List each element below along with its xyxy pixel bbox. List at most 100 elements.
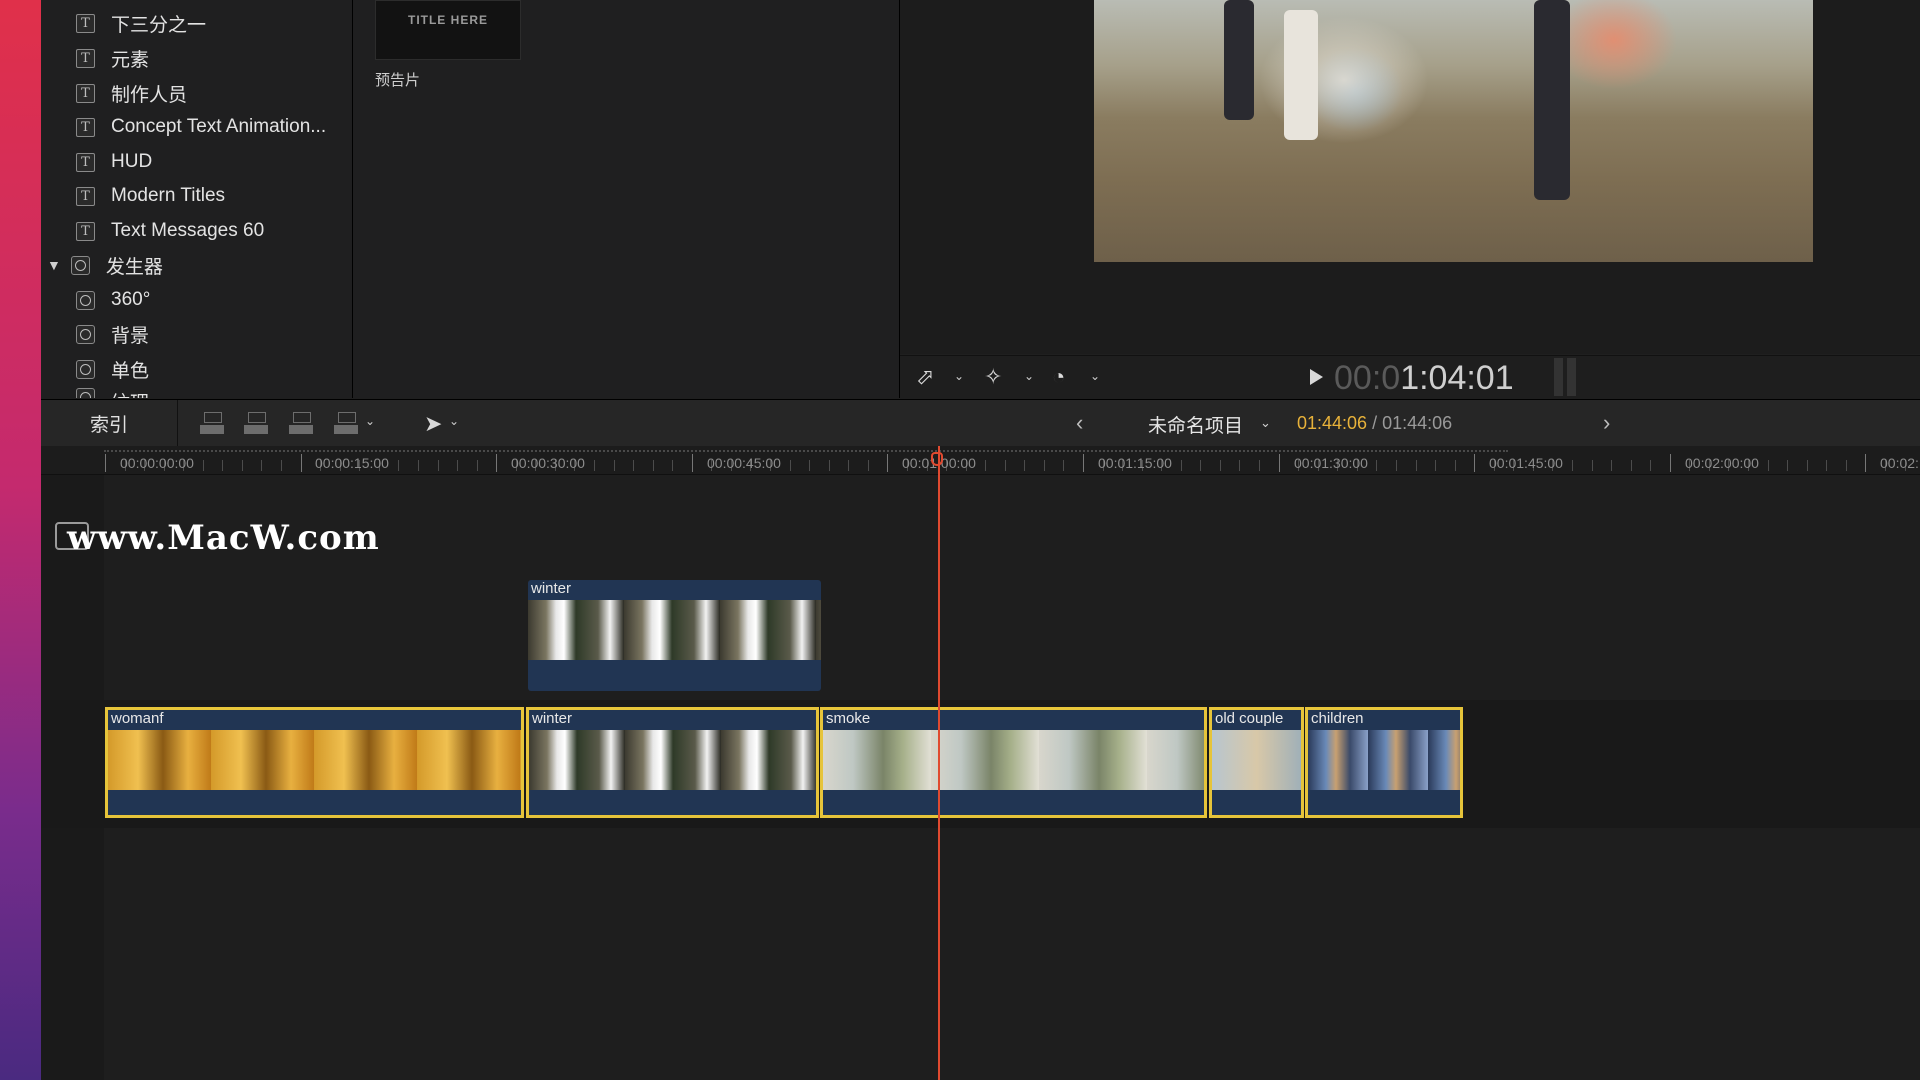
- titles-browser: TITLE HERE 预告片: [353, 0, 900, 398]
- ruler-major-tick: [1278, 454, 1280, 472]
- insert-clip-icon[interactable]: [244, 412, 268, 434]
- index-button[interactable]: 索引: [41, 400, 178, 446]
- next-arrow-icon[interactable]: ›: [1603, 410, 1610, 436]
- sidebar-item-label: 制作人员: [111, 84, 188, 106]
- overwrite-clip-icon[interactable]: [334, 412, 358, 434]
- ruler-minor-tick: [1611, 460, 1613, 471]
- sidebar-item-solids[interactable]: 单色: [76, 354, 149, 384]
- sidebar-item-360[interactable]: 360°: [76, 285, 150, 315]
- ruler-minor-tick: [1063, 460, 1065, 471]
- current-duration: 01:44:06: [1297, 413, 1368, 433]
- sidebar-item-backgrounds[interactable]: 背景: [76, 319, 149, 349]
- sidebar-item-modern-titles[interactable]: T Modern Titles: [76, 181, 225, 211]
- timeline-ruler[interactable]: 00:00:00:00 00:00:15:00 00:00:30:00 00:0…: [41, 446, 1920, 475]
- timecode-display[interactable]: 00:01:04:01: [1334, 359, 1514, 398]
- ruler-minor-tick: [1043, 460, 1045, 471]
- chevron-down-icon[interactable]: ⌄: [1090, 369, 1100, 383]
- ruler-minor-tick: [1024, 460, 1026, 471]
- chevron-down-icon[interactable]: ⌄: [365, 414, 375, 428]
- ruler-minor-tick: [1806, 460, 1808, 471]
- playhead[interactable]: [938, 446, 940, 1080]
- sidebar-item-textures[interactable]: 纹理: [76, 388, 149, 398]
- chevron-down-icon[interactable]: ⌄: [954, 369, 964, 383]
- total-duration: 01:44:06: [1382, 413, 1453, 433]
- ruler-minor-tick: [1435, 460, 1437, 471]
- clip-children[interactable]: children: [1305, 707, 1463, 818]
- connected-clip-winter[interactable]: winter: [528, 580, 821, 691]
- ruler-major-tick: [105, 454, 106, 472]
- clip-old-couple[interactable]: old couple: [1209, 707, 1304, 818]
- transform-icon[interactable]: ⬀: [916, 364, 934, 390]
- final-cut-pro-window: T 下三分之一 T 元素 T 制作人员 T Concept Text Anima…: [41, 0, 1920, 1080]
- viewer: ⬀ ⌄ ✧ ⌄ ◔ ⌄ 00:01:04:01: [900, 0, 1920, 399]
- ruler-minor-tick: [1591, 460, 1593, 471]
- viewer-controls: ⬀ ⌄ ✧ ⌄ ◔ ⌄ 00:01:04:01: [900, 355, 1920, 399]
- generator-icon: [76, 324, 95, 344]
- sidebar-item-label: Text Messages 60: [111, 220, 265, 241]
- ruler-major-tick: [1865, 454, 1867, 472]
- append-clip-icon[interactable]: [289, 412, 313, 434]
- ruler-minor-tick: [789, 460, 791, 471]
- ruler-major-tick: [1474, 454, 1476, 472]
- ruler-minor-tick: [828, 460, 830, 471]
- sidebar-item-text-messages[interactable]: T Text Messages 60: [76, 216, 264, 246]
- ruler-minor-tick: [1415, 460, 1417, 471]
- ruler-minor-tick: [1650, 460, 1652, 471]
- sidebar-item-lower-thirds[interactable]: T 下三分之一: [76, 8, 206, 38]
- thumbnail-label: 预告片: [375, 72, 421, 89]
- thumbnail-text: TITLE HERE: [407, 13, 488, 27]
- title-thumbnail[interactable]: TITLE HERE: [375, 0, 521, 60]
- ruler-label: 00:00:00:00: [120, 455, 194, 471]
- play-icon[interactable]: [1310, 369, 1323, 385]
- sidebar-item-label: Concept Text Animation...: [111, 116, 327, 137]
- playhead-handle[interactable]: [931, 452, 943, 466]
- chevron-down-icon[interactable]: ⌄: [449, 414, 459, 428]
- generator-icon: [76, 290, 95, 310]
- video-frame: [1094, 0, 1813, 262]
- clip-filmstrip: [529, 730, 816, 790]
- ruler-label: 00:01:15:00: [1098, 455, 1172, 471]
- audio-meter-left: [1554, 358, 1563, 396]
- sidebar-item-elements[interactable]: T 元素: [76, 43, 149, 73]
- select-tool-icon[interactable]: ➤: [424, 411, 442, 437]
- disclosure-triangle-icon[interactable]: ▼: [47, 257, 61, 273]
- clip-smoke[interactable]: smoke: [820, 707, 1207, 818]
- magic-wand-icon[interactable]: ✧: [984, 364, 1002, 390]
- ruler-label: 00:00:15:00: [315, 455, 389, 471]
- ruler-minor-tick: [222, 460, 224, 471]
- ruler-minor-tick: [398, 460, 400, 471]
- ruler-major-tick: [300, 454, 302, 472]
- sidebar-group-generators[interactable]: ▼ 发生器: [47, 250, 163, 280]
- clip-womanf[interactable]: womanf: [105, 707, 524, 818]
- clip-filmstrip: [1308, 730, 1460, 790]
- person-silhouette: [1224, 0, 1254, 120]
- sidebar-group-label: 发生器: [105, 256, 163, 278]
- ruler-minor-tick: [457, 460, 459, 471]
- ruler-minor-tick: [867, 460, 869, 471]
- ruler-minor-tick: [1180, 460, 1182, 471]
- ruler-minor-tick: [1219, 460, 1221, 471]
- ruler-minor-tick: [261, 460, 263, 471]
- ruler-minor-tick: [809, 460, 811, 471]
- sidebar-item-credits[interactable]: T 制作人员: [76, 78, 187, 108]
- clip-filmstrip: [1212, 730, 1301, 790]
- sidebar-item-concept-text[interactable]: T Concept Text Animation...: [76, 112, 326, 142]
- speedometer-icon[interactable]: ◔: [1052, 364, 1065, 390]
- clip-filmstrip: [823, 730, 1204, 790]
- ruler-minor-tick: [1239, 460, 1241, 471]
- person-silhouette: [1534, 0, 1570, 200]
- clip-name: winter: [531, 580, 572, 597]
- clip-winter[interactable]: winter: [526, 707, 819, 818]
- chevron-down-icon[interactable]: ⌄: [1024, 369, 1034, 383]
- clip-name: children: [1311, 710, 1364, 727]
- previous-arrow-icon[interactable]: ‹: [1076, 410, 1083, 436]
- ruler-label: 00:02:: [1880, 455, 1919, 471]
- connect-clip-icon[interactable]: [200, 412, 224, 434]
- ruler-minor-tick: [985, 460, 987, 471]
- sidebar-item-hud[interactable]: T HUD: [76, 147, 152, 177]
- project-name[interactable]: 未命名项目: [1148, 411, 1243, 438]
- ruler-minor-tick: [1004, 460, 1006, 471]
- chevron-down-icon[interactable]: ⌄: [1260, 415, 1271, 431]
- ruler-label: 00:00:45:00: [707, 455, 781, 471]
- generator-icon: [76, 388, 95, 398]
